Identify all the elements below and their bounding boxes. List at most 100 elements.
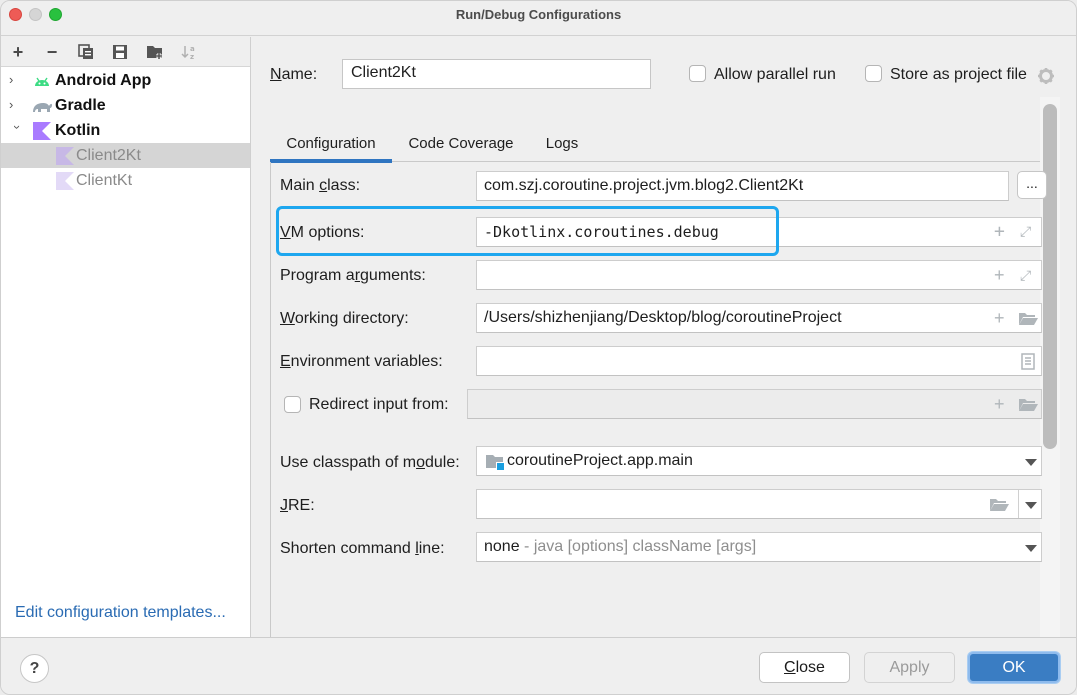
help-button[interactable]: ? <box>20 654 49 683</box>
folder-open-icon[interactable] <box>989 497 1009 512</box>
classpath-module-label: Use classpath of module: <box>280 454 460 471</box>
tree-group-label: Kotlin <box>55 121 101 139</box>
chevron-down-icon[interactable] <box>1025 459 1037 466</box>
tab-logs[interactable]: Logs <box>540 125 584 162</box>
new-folder-icon <box>147 46 162 59</box>
folder-open-icon[interactable] <box>1018 311 1038 326</box>
android-icon <box>35 77 49 86</box>
tab-configuration[interactable]: Configuration <box>270 125 392 163</box>
close-mnemonic: C <box>784 658 796 676</box>
configurations-sidebar: + − az › Android App › Gradle › Kotlin C… <box>1 37 251 637</box>
tree-group-label: Gradle <box>55 96 106 114</box>
name-label: Name: <box>270 66 318 83</box>
folder-open-icon <box>1019 399 1038 411</box>
sort-icon: az <box>181 45 195 61</box>
new-folder-button[interactable] <box>144 41 166 63</box>
redirect-input-label[interactable]: Redirect input from: <box>309 396 449 414</box>
svg-text:z: z <box>190 53 194 61</box>
allow-parallel-run-label[interactable]: Allow parallel run <box>714 66 836 84</box>
allow-parallel-run-checkbox[interactable] <box>689 65 706 82</box>
gear-icon[interactable] <box>1037 67 1055 85</box>
plus-icon[interactable]: + <box>994 266 1005 284</box>
name-input[interactable]: Client2Kt <box>342 59 651 89</box>
gradle-elephant-icon <box>33 103 52 112</box>
close-button[interactable]: Close <box>759 652 850 683</box>
program-arguments-label: Program arguments: <box>280 267 426 284</box>
chevron-right-icon[interactable]: › <box>9 97 21 113</box>
environment-variables-input[interactable] <box>476 346 1042 376</box>
vm-options-label: VM options: <box>280 224 365 241</box>
sidebar-toolbar: + − az <box>1 37 250 67</box>
svg-text:a: a <box>190 45 195 53</box>
main-class-input[interactable]: com.szj.coroutine.project.jvm.blog2.Clie… <box>476 171 1009 201</box>
tree-group-label: Android App <box>55 71 152 89</box>
apply-button[interactable]: Apply <box>864 652 955 683</box>
vertical-scrollbar[interactable] <box>1043 104 1057 449</box>
tree-group-kotlin[interactable]: › Kotlin <box>1 118 250 143</box>
shorten-command-line-label: Shorten command line: <box>280 540 445 557</box>
redirect-input-field: + <box>467 389 1042 419</box>
tree-item-client2kt[interactable]: Client2Kt <box>1 143 250 168</box>
module-folder-icon <box>486 455 504 470</box>
chevron-right-icon[interactable]: › <box>9 72 21 88</box>
save-icon <box>113 45 127 59</box>
vm-options-value: -Dkotlinx.coroutines.debug <box>484 223 719 241</box>
working-directory-input[interactable]: /Users/shizhenjiang/Desktop/blog/corouti… <box>476 303 1042 333</box>
working-directory-label: Working directory: <box>280 310 409 327</box>
run-debug-configurations-dialog: Run/Debug Configurations + − az › Androi… <box>0 0 1077 695</box>
close-label-rest: lose <box>795 658 825 676</box>
ok-button[interactable]: OK <box>968 652 1060 683</box>
store-as-project-file-checkbox[interactable] <box>865 65 882 82</box>
classpath-module-value: coroutineProject.app.main <box>507 452 693 469</box>
document-list-icon[interactable] <box>1021 353 1035 370</box>
copy-icon <box>78 44 93 59</box>
program-arguments-input[interactable]: + ⤢ <box>476 260 1042 290</box>
copy-configuration-button[interactable] <box>75 41 97 63</box>
tree-group-gradle[interactable]: › Gradle <box>1 93 250 118</box>
classpath-module-select[interactable]: coroutineProject.app.main <box>476 446 1042 476</box>
tree-item-label: Client2Kt <box>76 146 141 164</box>
plus-icon: + <box>12 41 24 62</box>
shorten-command-line-value: none <box>484 538 520 555</box>
shorten-command-line-select[interactable]: none - java [options] className [args] <box>476 532 1042 562</box>
remove-configuration-button[interactable]: − <box>41 41 63 63</box>
chevron-down-icon[interactable] <box>1025 545 1037 552</box>
chevron-down-icon[interactable]: › <box>9 125 25 137</box>
minus-icon: − <box>46 41 58 62</box>
jre-label: JRE: <box>280 497 315 514</box>
title-bar: Run/Debug Configurations <box>1 1 1076 36</box>
tree-item-label: ClientKt <box>76 171 133 189</box>
dialog-footer: ? Close Apply OK <box>1 637 1076 694</box>
main-class-label: Main class: <box>280 177 361 194</box>
browse-main-class-button[interactable]: ... <box>1017 171 1047 199</box>
vm-options-input[interactable]: -Dkotlinx.coroutines.debug + ⤢ <box>476 217 1042 247</box>
window-title: Run/Debug Configurations <box>455 7 622 22</box>
configurations-tree: › Android App › Gradle › Kotlin Client2K… <box>1 67 250 193</box>
sort-button[interactable]: az <box>178 41 200 63</box>
name-label-text: ame: <box>281 66 318 83</box>
kotlin-icon <box>33 122 51 140</box>
save-configuration-button[interactable] <box>109 41 131 63</box>
plus-icon: + <box>994 394 1005 414</box>
tab-code-coverage[interactable]: Code Coverage <box>400 125 522 162</box>
expand-icon[interactable]: ⤢ <box>1020 223 1031 241</box>
store-as-project-file-label[interactable]: Store as project file <box>890 66 1027 84</box>
environment-variables-label: Environment variables: <box>280 353 443 370</box>
working-directory-value: /Users/shizhenjiang/Desktop/blog/corouti… <box>484 309 842 326</box>
jre-separator <box>1018 490 1019 518</box>
tree-group-android-app[interactable]: › Android App <box>1 68 250 93</box>
add-configuration-button[interactable]: + <box>7 41 29 63</box>
jre-input[interactable] <box>476 489 1042 519</box>
chevron-down-icon[interactable] <box>1025 502 1037 509</box>
edit-configuration-templates-link[interactable]: Edit configuration templates... <box>15 604 226 622</box>
kotlin-icon <box>56 172 74 190</box>
tree-item-clientkt[interactable]: ClientKt <box>1 168 250 193</box>
configuration-editor: Name: Client2Kt Allow parallel run Store… <box>252 37 1076 642</box>
plus-icon[interactable]: + <box>994 309 1005 327</box>
expand-icon[interactable]: ⤢ <box>1020 266 1031 284</box>
redirect-input-checkbox[interactable] <box>284 396 301 413</box>
kotlin-icon <box>56 147 74 165</box>
plus-icon[interactable]: + <box>994 223 1005 241</box>
configuration-panel: Main class: com.szj.coroutine.project.jv… <box>270 162 1047 642</box>
configuration-tabs: Configuration Code Coverage Logs <box>270 125 1045 163</box>
